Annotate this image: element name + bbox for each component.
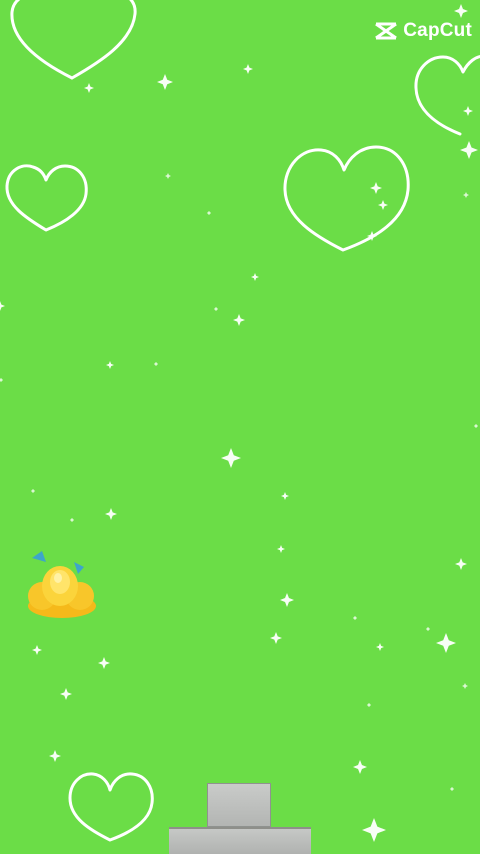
sparkle-star-icon bbox=[214, 307, 218, 311]
sparkle-star-icon bbox=[31, 489, 35, 493]
sparkle-star-icon bbox=[426, 627, 430, 631]
sparkle-star-icon bbox=[460, 141, 478, 159]
green-screen-canvas: CapCut bbox=[0, 0, 480, 854]
sparkle-star-icon bbox=[474, 424, 478, 428]
sparkle-star-icon bbox=[367, 703, 371, 707]
gray-block-base bbox=[169, 827, 311, 854]
sparkle-star-icon bbox=[362, 818, 386, 842]
gray-block-top bbox=[207, 783, 271, 827]
sparkle-star-icon bbox=[60, 688, 72, 700]
watermark-label: CapCut bbox=[403, 20, 472, 41]
sparkle-star-icon bbox=[367, 231, 377, 241]
sparkle-star-icon bbox=[378, 200, 388, 210]
sparkle-field bbox=[0, 4, 478, 842]
yellow-lotus-flower-icon bbox=[28, 551, 96, 618]
sparkle-star-icon bbox=[463, 106, 473, 116]
sparkle-star-icon bbox=[280, 593, 294, 607]
capcut-logo-icon bbox=[375, 22, 398, 40]
sparkle-star-icon bbox=[233, 314, 245, 326]
sparkle-star-icon bbox=[32, 645, 42, 655]
sparkle-star-icon bbox=[165, 173, 171, 179]
sparkle-star-icon bbox=[436, 633, 456, 653]
sparkle-star-icon bbox=[251, 273, 259, 281]
sparkle-star-icon bbox=[450, 787, 454, 791]
sparkle-star-icon bbox=[207, 211, 211, 215]
sparkle-star-icon bbox=[353, 616, 357, 620]
sparkle-star-icon bbox=[370, 182, 382, 194]
sparkle-star-icon bbox=[157, 74, 173, 90]
sparkle-star-icon bbox=[0, 301, 5, 311]
sparkle-star-icon bbox=[84, 83, 94, 93]
sparkle-star-icon bbox=[353, 760, 367, 774]
sparkle-star-icon bbox=[98, 657, 110, 669]
sparkle-star-icon bbox=[105, 508, 117, 520]
sparkle-star-icon bbox=[106, 361, 114, 369]
sparkle-star-icon bbox=[376, 643, 384, 651]
sparkle-star-icon bbox=[221, 448, 241, 468]
sparkle-star-icon bbox=[463, 192, 469, 198]
capcut-watermark: CapCut bbox=[373, 20, 472, 42]
sparkle-star-icon bbox=[281, 492, 289, 500]
sparkle-star-icon bbox=[243, 64, 253, 74]
sparkle-star-icon bbox=[454, 4, 468, 18]
sparkle-star-icon bbox=[277, 545, 285, 553]
sparkle-star-icon bbox=[455, 558, 467, 570]
sparkle-star-icon bbox=[462, 683, 468, 689]
sparkle-star-icon bbox=[154, 362, 158, 366]
sparkle-star-icon bbox=[70, 518, 74, 522]
sparkle-star-icon bbox=[0, 378, 3, 382]
sparkle-star-icon bbox=[49, 750, 61, 762]
sparkle-star-icon bbox=[270, 632, 282, 644]
